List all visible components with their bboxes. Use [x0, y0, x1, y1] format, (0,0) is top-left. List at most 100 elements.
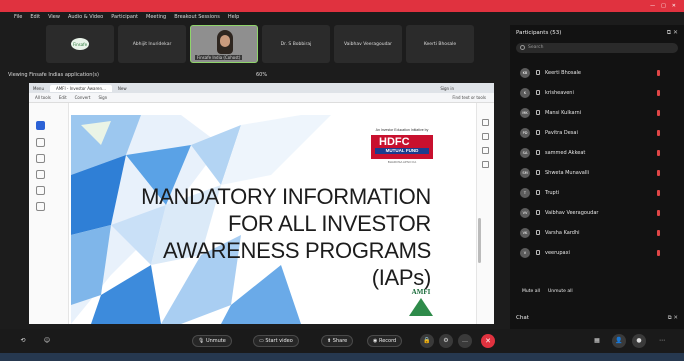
attach-icon[interactable]	[482, 161, 489, 168]
tab-new[interactable]: New	[118, 86, 127, 91]
device-icon	[536, 130, 540, 135]
menu-participant[interactable]: Participant	[111, 14, 138, 20]
menu-breakout[interactable]: Breakout Sessions	[174, 14, 220, 20]
mic-muted-icon[interactable]	[657, 149, 660, 156]
device-icon	[536, 70, 540, 75]
window-titlebar: — □ ✕	[0, 0, 684, 12]
share-button[interactable]: ⬆ Share	[321, 335, 354, 347]
participants-panel: Participants (53) ⧉ ✕ Search KB Keerti Bh…	[510, 25, 684, 356]
menu-edit[interactable]: Edit	[30, 14, 40, 20]
comment-icon[interactable]	[36, 138, 45, 147]
avatar: T	[520, 187, 530, 198]
active-speaker-tile[interactable]: Finsafe India (Cohost)	[190, 25, 258, 63]
minimize-button[interactable]: —	[650, 3, 655, 9]
participants-header: Participants (53) ⧉ ✕	[510, 25, 684, 41]
video-tile[interactable]: Keerti Bhosale	[406, 25, 474, 63]
list-item[interactable]: KB Keerti Bhosale	[510, 64, 684, 81]
menu-audio-video[interactable]: Audio & Video	[68, 14, 103, 20]
menu-file[interactable]: File	[14, 14, 22, 20]
avatar: KB	[520, 67, 530, 78]
amfi-logo: AMFI	[404, 288, 438, 316]
device-icon	[536, 210, 540, 215]
select-icon[interactable]	[36, 121, 45, 130]
settings-icon[interactable]: ⚙	[439, 334, 453, 348]
device-icon	[536, 170, 540, 175]
participants-title[interactable]: Participants (53)	[516, 30, 561, 36]
chat-title[interactable]: Chat	[516, 315, 529, 321]
start-video-button[interactable]: ▭ Start video	[253, 335, 299, 347]
mic-muted-icon[interactable]	[657, 229, 660, 236]
zoom-level[interactable]: 60%	[256, 72, 267, 78]
tab-amfi[interactable]: AMFI - Investor Awaren...	[49, 84, 112, 92]
tab-menu[interactable]: Menu	[33, 86, 44, 91]
stamp-icon[interactable]	[36, 202, 45, 211]
layout-icon[interactable]: ⟲	[16, 334, 30, 348]
tool-sign[interactable]: Sign	[98, 95, 107, 100]
mic-muted-icon[interactable]	[657, 209, 660, 216]
more-options-icon[interactable]: ⋯	[655, 334, 669, 348]
record-button[interactable]: ◉ Record	[367, 335, 403, 347]
find-tools-input[interactable]: Find text or tools	[452, 95, 486, 100]
mic-muted-icon[interactable]	[657, 189, 660, 196]
video-tile[interactable]: Vaibhav Veeragoudar	[334, 25, 402, 63]
chat-header[interactable]: Chat ⧉ ✕	[510, 311, 684, 325]
list-item[interactable]: VV Vaibhav Veeragoudar	[510, 204, 684, 221]
avatar: MK	[520, 107, 530, 118]
draw-icon[interactable]	[36, 154, 45, 163]
chat-icon[interactable]: ●	[632, 334, 646, 348]
unmute-all-button[interactable]: Unmute all	[548, 289, 573, 294]
menu-bar: File Edit View Audio & Video Participant…	[0, 12, 510, 22]
text-icon[interactable]	[36, 186, 45, 195]
participants-icon[interactable]: 👤	[612, 334, 626, 348]
bookmark-icon[interactable]	[482, 133, 489, 140]
close-icon[interactable]: ⧉ ✕	[668, 315, 678, 322]
pdf-tool-rail	[29, 103, 69, 324]
menu-view[interactable]: View	[48, 14, 60, 20]
list-item[interactable]: PD Pavitra Desai	[510, 124, 684, 141]
list-item[interactable]: MK Mansi Kulkarni	[510, 104, 684, 121]
list-item[interactable]: VK Varsha Kardhi	[510, 224, 684, 241]
reactions-icon[interactable]: ☺	[40, 334, 54, 348]
video-tile[interactable]: Finsafe	[46, 25, 114, 63]
mic-muted-icon[interactable]	[657, 69, 660, 76]
end-meeting-button[interactable]: ✕	[481, 334, 495, 348]
menu-help[interactable]: Help	[228, 14, 239, 20]
tool-convert[interactable]: Convert	[75, 95, 91, 100]
meeting-controls: ⟲ ☺ 🎙 Unmute ▭ Start video ⬆ Share ◉ Rec…	[0, 329, 684, 353]
avatar: V	[520, 247, 530, 258]
mic-muted-icon[interactable]	[657, 169, 660, 176]
menu-meeting[interactable]: Meeting	[146, 14, 166, 20]
more-icon[interactable]: …	[458, 334, 472, 348]
layers-icon[interactable]	[482, 147, 489, 154]
tool-edit[interactable]: Edit	[59, 95, 67, 100]
zoom-meeting-window: — □ ✕ File Edit View Audio & Video Parti…	[0, 0, 684, 361]
participant-name: Abhijit Inuridekar	[132, 41, 172, 47]
popout-icon[interactable]: ⧉ ✕	[667, 29, 678, 37]
unmute-button[interactable]: 🎙 Unmute	[192, 335, 232, 347]
mic-muted-icon[interactable]	[657, 249, 660, 256]
tool-all[interactable]: All tools	[35, 95, 51, 100]
lock-icon[interactable]: 🔒	[420, 334, 434, 348]
mic-muted-icon[interactable]	[657, 129, 660, 136]
thumbnail-icon[interactable]	[482, 119, 489, 126]
maximize-button[interactable]: □	[661, 3, 666, 9]
pdf-scrollbar[interactable]	[478, 218, 481, 263]
list-item[interactable]: Vveerupaxi	[510, 244, 684, 261]
shape-icon[interactable]	[36, 170, 45, 179]
mic-muted-icon[interactable]	[657, 89, 660, 96]
avatar: PD	[520, 127, 530, 138]
mic-muted-icon[interactable]	[657, 109, 660, 116]
list-item[interactable]: T Trupti	[510, 184, 684, 201]
video-tile[interactable]: Dr. S Bobbiraj	[262, 25, 330, 63]
close-button[interactable]: ✕	[672, 3, 676, 9]
list-item[interactable]: SA sammed Akkeat	[510, 144, 684, 161]
search-input[interactable]: Search	[516, 43, 678, 53]
mute-all-button[interactable]: Mute all	[522, 289, 540, 294]
list-item[interactable]: SM Shweta Munavalli	[510, 164, 684, 181]
slide-title: MANDATORY INFORMATION FOR ALL INVESTOR A…	[141, 184, 431, 290]
video-strip: Finsafe Abhijit Inuridekar Finsafe India…	[46, 25, 474, 63]
video-tile[interactable]: Abhijit Inuridekar	[118, 25, 186, 63]
signin-link[interactable]: Sign in	[440, 86, 454, 91]
list-item[interactable]: Kkrisheaveni	[510, 84, 684, 101]
grid-icon[interactable]: ▦	[590, 334, 604, 348]
